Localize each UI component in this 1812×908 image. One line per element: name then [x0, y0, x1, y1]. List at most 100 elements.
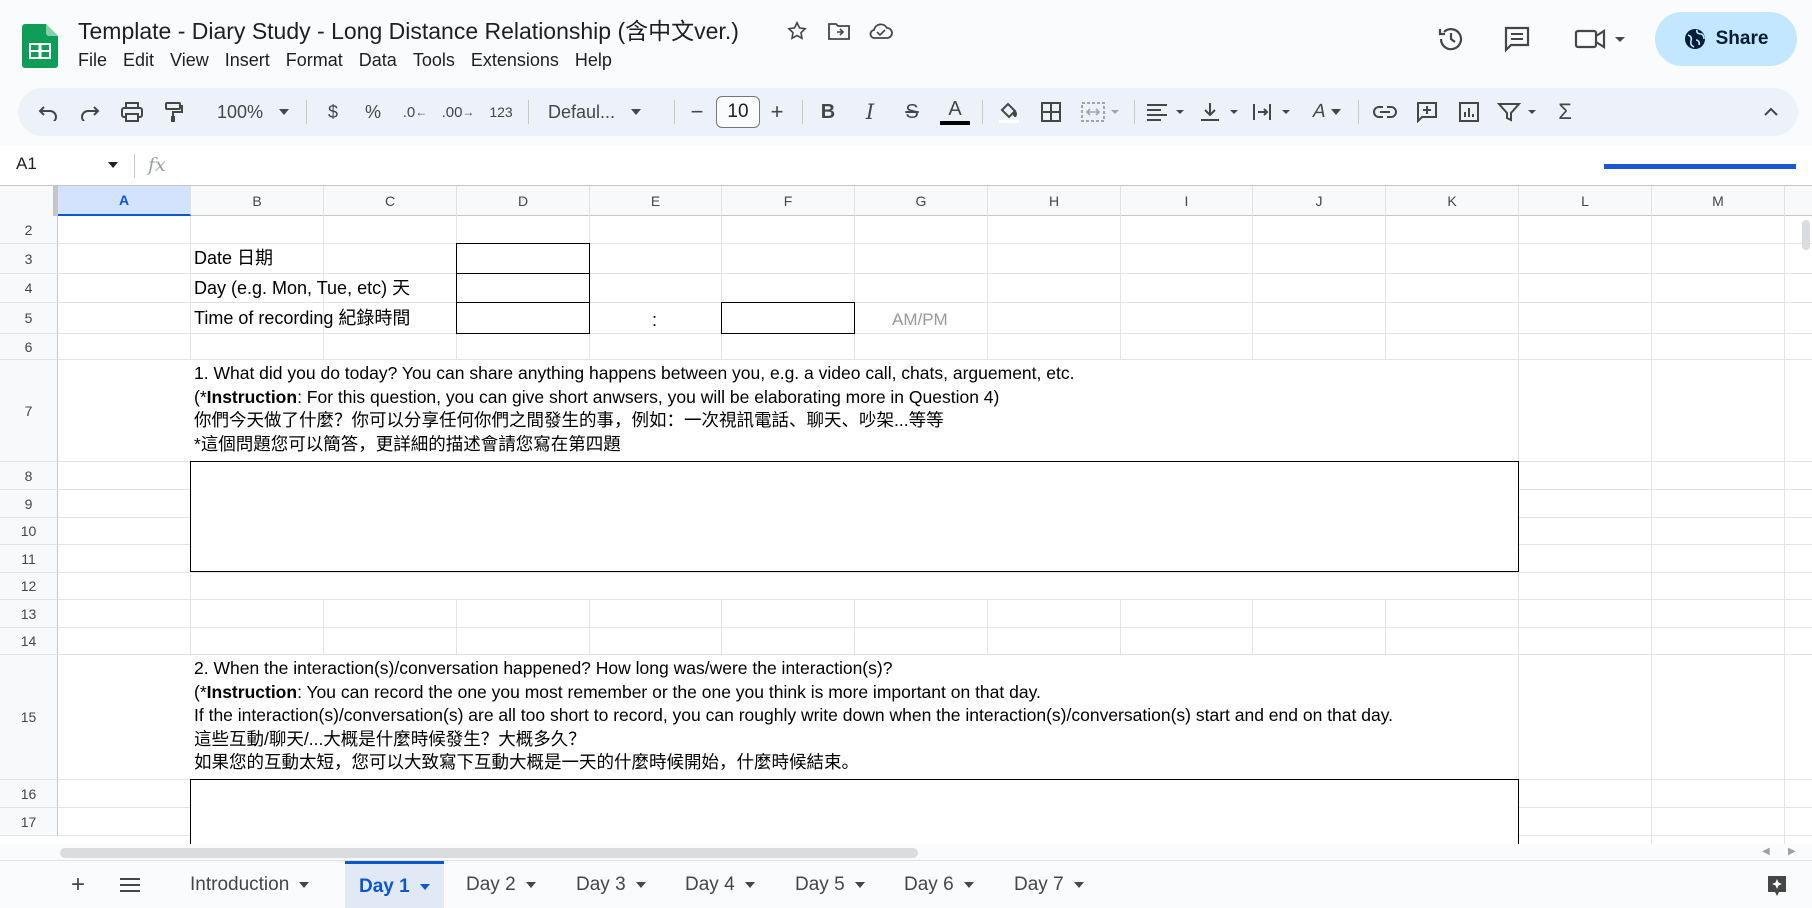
- sheet-tab-day-4[interactable]: Day 4: [671, 861, 769, 908]
- row-header[interactable]: 8: [0, 462, 58, 490]
- filter-icon[interactable]: [1494, 88, 1544, 136]
- scroll-left-icon[interactable]: ◀: [1762, 846, 1770, 857]
- fill-color-icon[interactable]: [992, 88, 1026, 136]
- move-folder-icon[interactable]: [824, 16, 854, 46]
- all-sheets-icon[interactable]: [112, 869, 148, 901]
- text-color-button[interactable]: A: [938, 88, 972, 136]
- sheets-logo-icon[interactable]: [22, 24, 58, 68]
- column-header-h[interactable]: H: [988, 186, 1121, 216]
- print-icon[interactable]: [116, 88, 148, 136]
- meet-video-icon[interactable]: [1570, 19, 1630, 59]
- insert-chart-icon[interactable]: [1452, 88, 1486, 136]
- row-header[interactable]: 7: [0, 360, 58, 462]
- increase-decimal-button[interactable]: .00 →: [438, 88, 478, 136]
- sheet-tab-introduction[interactable]: Introduction: [176, 861, 323, 908]
- menu-edit[interactable]: Edit: [115, 48, 162, 73]
- column-header-c[interactable]: C: [324, 186, 457, 216]
- sheet-tab-day-3[interactable]: Day 3: [562, 861, 660, 908]
- currency-format-button[interactable]: $: [318, 88, 348, 136]
- undo-icon[interactable]: [32, 88, 64, 136]
- menu-help[interactable]: Help: [567, 48, 620, 73]
- column-header-k[interactable]: K: [1386, 186, 1519, 216]
- sheet-tab-day-6[interactable]: Day 6: [890, 861, 988, 908]
- row-header[interactable]: 16: [0, 780, 58, 808]
- explore-icon[interactable]: [1762, 871, 1792, 901]
- select-all-corner[interactable]: [0, 186, 58, 216]
- zoom-select[interactable]: 100%: [208, 88, 298, 136]
- menu-extensions[interactable]: Extensions: [463, 48, 567, 73]
- insert-comment-icon[interactable]: [1410, 88, 1444, 136]
- paint-format-icon[interactable]: [158, 88, 190, 136]
- horizontal-align-icon[interactable]: [1142, 88, 1192, 136]
- horizontal-scrollbar[interactable]: [58, 846, 1758, 858]
- menu-view[interactable]: View: [162, 48, 217, 73]
- answer-2-box[interactable]: [190, 779, 1519, 844]
- font-size-field[interactable]: 10: [708, 88, 768, 136]
- comments-icon[interactable]: [1497, 19, 1537, 59]
- cloud-status-icon[interactable]: [866, 16, 896, 46]
- font-select[interactable]: Defaul...: [540, 88, 668, 136]
- functions-icon[interactable]: Σ: [1548, 88, 1582, 136]
- sheet-tab-day-7[interactable]: Day 7: [1000, 861, 1098, 908]
- time-minute-input-cell[interactable]: [721, 302, 855, 334]
- font-size-increase-button[interactable]: +: [762, 88, 792, 136]
- row-header[interactable]: 10: [0, 518, 58, 545]
- more-formats-button[interactable]: 123: [484, 88, 518, 136]
- collapse-toolbar-icon[interactable]: [1756, 88, 1786, 136]
- version-history-icon[interactable]: [1431, 19, 1471, 59]
- horizontal-scrollbar-thumb[interactable]: [60, 848, 918, 858]
- column-header-i[interactable]: I: [1121, 186, 1253, 216]
- row-header[interactable]: 6: [0, 334, 58, 360]
- sheet-tab-day-1[interactable]: Day 1: [345, 861, 444, 908]
- row-header[interactable]: 15: [0, 655, 58, 780]
- text-rotation-button[interactable]: A: [1302, 88, 1352, 136]
- decrease-decimal-button[interactable]: .0 ←: [398, 88, 432, 136]
- document-title[interactable]: Template - Diary Study - Long Distance R…: [78, 12, 739, 46]
- strikethrough-button[interactable]: S: [896, 88, 928, 136]
- add-sheet-icon[interactable]: +: [60, 869, 96, 901]
- menu-file[interactable]: File: [70, 48, 115, 73]
- italic-button[interactable]: I: [854, 88, 886, 136]
- column-header-g[interactable]: G: [855, 186, 988, 216]
- scroll-right-icon[interactable]: ▶: [1788, 846, 1796, 857]
- row-header[interactable]: 4: [0, 274, 58, 303]
- row-header[interactable]: 2: [0, 216, 58, 244]
- menu-data[interactable]: Data: [351, 48, 405, 73]
- column-header-a[interactable]: A: [58, 186, 191, 216]
- row-header[interactable]: 13: [0, 600, 58, 628]
- bold-button[interactable]: B: [812, 88, 844, 136]
- insert-link-icon[interactable]: [1368, 88, 1402, 136]
- share-button[interactable]: Share: [1655, 12, 1797, 66]
- time-hour-input-cell[interactable]: [456, 302, 590, 334]
- chevron-down-icon[interactable]: [108, 162, 118, 168]
- name-box[interactable]: A1: [16, 154, 37, 174]
- row-header[interactable]: 12: [0, 573, 58, 600]
- row-header[interactable]: 17: [0, 808, 58, 836]
- vertical-align-icon[interactable]: [1196, 88, 1246, 136]
- percent-format-button[interactable]: %: [358, 88, 388, 136]
- column-header-e[interactable]: E: [590, 186, 722, 216]
- column-header-l[interactable]: L: [1519, 186, 1652, 216]
- row-header[interactable]: 3: [0, 244, 58, 274]
- column-header-f[interactable]: F: [722, 186, 855, 216]
- formula-input[interactable]: [180, 150, 1580, 182]
- menu-format[interactable]: Format: [278, 48, 351, 73]
- column-header-m[interactable]: M: [1652, 186, 1785, 216]
- column-header-b[interactable]: B: [191, 186, 324, 216]
- menu-tools[interactable]: Tools: [405, 48, 463, 73]
- day-input-cell[interactable]: [456, 273, 590, 303]
- row-header[interactable]: 11: [0, 545, 58, 573]
- cell-area[interactable]: Date 日期 Day (e.g. Mon, Tue, etc) 天 Time …: [58, 216, 1812, 844]
- sheet-tab-day-5[interactable]: Day 5: [781, 861, 879, 908]
- row-header[interactable]: 5: [0, 303, 58, 334]
- menu-insert[interactable]: Insert: [217, 48, 278, 73]
- row-header[interactable]: 9: [0, 490, 58, 518]
- star-icon[interactable]: [782, 16, 812, 46]
- text-wrapping-icon[interactable]: [1248, 88, 1298, 136]
- answer-1-box[interactable]: [190, 461, 1519, 572]
- column-header-j[interactable]: J: [1253, 186, 1386, 216]
- borders-icon[interactable]: [1034, 88, 1068, 136]
- column-header-d[interactable]: D: [457, 186, 590, 216]
- date-input-cell[interactable]: [456, 243, 590, 274]
- sheet-tab-day-2[interactable]: Day 2: [452, 861, 550, 908]
